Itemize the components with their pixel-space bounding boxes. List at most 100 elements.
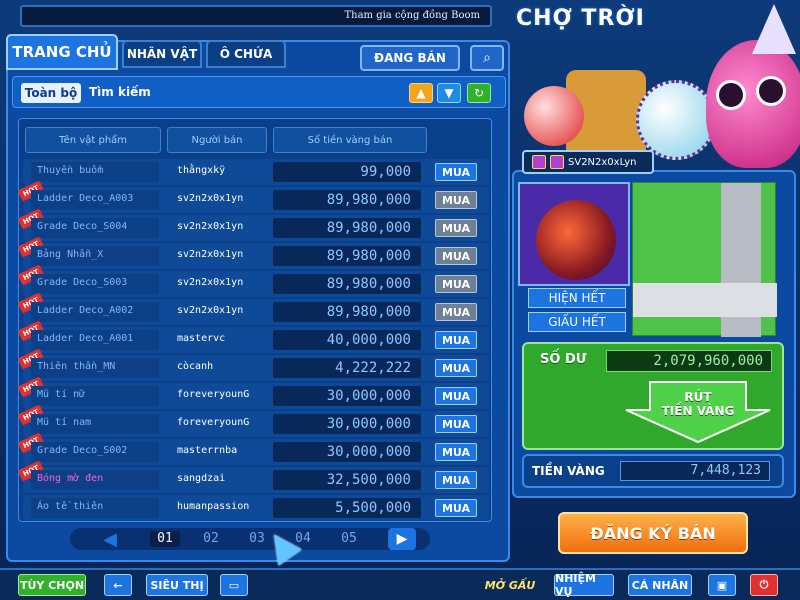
balance-value: 2,079,960,000 bbox=[606, 350, 772, 372]
item-name: Grade Deco_S003 bbox=[31, 274, 159, 294]
mission-button[interactable]: NHIỆM VỤ bbox=[554, 572, 614, 598]
buy-button[interactable]: MUA bbox=[435, 247, 477, 265]
market-artwork bbox=[516, 4, 800, 168]
options-button[interactable]: TÙY CHỌN bbox=[18, 574, 86, 596]
tab-home[interactable]: TRANG CHỦ bbox=[6, 34, 118, 70]
tab-storage[interactable]: Ô CHỨA bbox=[206, 40, 286, 68]
hide-all-button[interactable]: GIẤU HẾT bbox=[528, 312, 626, 332]
register-sell-button[interactable]: ĐĂNG KÝ BÁN bbox=[558, 512, 748, 554]
seller-name: sv2n2x0x1yn bbox=[177, 305, 244, 316]
item-price: 99,000 bbox=[273, 162, 421, 182]
seller-name: còcanh bbox=[177, 361, 214, 372]
sort-up-button[interactable]: ▲ bbox=[409, 83, 433, 103]
seller-name: sv2n2x0x1yn bbox=[177, 193, 244, 204]
market-title: CHỢ TRỜI bbox=[516, 6, 645, 31]
guild-badge-icon bbox=[550, 155, 564, 169]
buy-button[interactable]: MUA bbox=[435, 499, 477, 517]
buy-button[interactable]: MUA bbox=[435, 443, 477, 461]
page-05[interactable]: 05 bbox=[334, 531, 364, 547]
sort-down-button[interactable]: ▼ bbox=[437, 83, 461, 103]
filter-bar: Toàn bộ Tìm kiếm ▲ ▼ ↻ bbox=[12, 76, 506, 108]
table-row: HOTThiên thần_MNcòcanh4,222,222MUA bbox=[17, 348, 489, 381]
item-price: 89,980,000 bbox=[273, 218, 421, 238]
item-name: Thuyền buồm bbox=[31, 162, 159, 182]
page-02[interactable]: 02 bbox=[196, 531, 226, 547]
table-row: HOTGrade Deco_S003sv2n2x0x1yn89,980,000M… bbox=[17, 264, 489, 297]
search-button[interactable]: ⌕ bbox=[470, 45, 504, 71]
item-price: 32,500,000 bbox=[273, 470, 421, 490]
buy-button[interactable]: MUA bbox=[435, 471, 477, 489]
header-price: Số tiền vàng bán bbox=[273, 127, 427, 153]
item-price: 89,980,000 bbox=[273, 274, 421, 294]
buy-button[interactable]: MUA bbox=[435, 163, 477, 181]
chevron-left-icon: ◀ bbox=[103, 528, 117, 550]
item-name: Thiên thần_MN bbox=[31, 358, 159, 378]
item-name: Bóng mờ đen bbox=[31, 470, 159, 490]
search-icon: ⌕ bbox=[483, 50, 491, 66]
item-price: 30,000,000 bbox=[273, 442, 421, 462]
back-button[interactable]: ← bbox=[104, 574, 132, 596]
item-price: 4,222,222 bbox=[273, 358, 421, 378]
header-item-name: Tên vật phẩm bbox=[25, 127, 161, 153]
balance-panel: SỐ DƯ 2,079,960,000 RÚT TIỀN VÀNG bbox=[522, 342, 784, 450]
refresh-button[interactable]: ↻ bbox=[467, 83, 491, 103]
header-seller: Người bán bbox=[167, 127, 267, 153]
profile-button[interactable]: CÁ NHÂN bbox=[628, 574, 692, 596]
filter-all-button[interactable]: Toàn bộ bbox=[21, 83, 81, 103]
buy-button[interactable]: MUA bbox=[435, 387, 477, 405]
item-price: 89,980,000 bbox=[273, 302, 421, 322]
arrow-left-icon: ← bbox=[113, 578, 123, 592]
news-marquee: Tham gia cộng đồng Boom bbox=[20, 5, 492, 27]
power-icon: ⏻ bbox=[759, 578, 769, 591]
item-price: 40,000,000 bbox=[273, 330, 421, 350]
table-row: Áo tề thiên humanpassion 5,500,000 MUA bbox=[23, 495, 489, 521]
buy-button[interactable]: MUA bbox=[435, 303, 477, 321]
arrow-up-icon: ▲ bbox=[416, 86, 426, 100]
buy-button[interactable]: MUA bbox=[435, 331, 477, 349]
buy-button[interactable]: MUA bbox=[435, 275, 477, 293]
exit-button[interactable]: ⏻ bbox=[750, 574, 778, 596]
buy-button[interactable]: MUA bbox=[435, 415, 477, 433]
prev-page-button[interactable]: ◀ bbox=[96, 528, 124, 550]
table-row: HOTMũ tí namforeveryounG30,000,000MUA bbox=[17, 404, 489, 437]
table-row: Thuyền buồm thằngxkỹ 99,000 MUA bbox=[23, 159, 489, 185]
withdraw-label: RÚT TIỀN VÀNG bbox=[661, 390, 735, 418]
page-01[interactable]: 01 bbox=[150, 531, 180, 547]
refresh-icon: ↻ bbox=[473, 86, 485, 100]
seller-name: masterrnba bbox=[177, 445, 238, 456]
car-icon: ▭ bbox=[228, 578, 240, 592]
table-row: HOTLadder Deco_A001mastervc40,000,000MUA bbox=[17, 320, 489, 353]
open-bag-button[interactable]: MỞ GẤU bbox=[480, 574, 540, 596]
rank-badge-icon bbox=[532, 155, 546, 169]
save-icon: ▣ bbox=[716, 578, 728, 592]
table-row: HOTGrade Deco_S004sv2n2x0x1yn89,980,000M… bbox=[17, 208, 489, 241]
show-all-button[interactable]: HIỆN HẾT bbox=[528, 288, 626, 308]
withdraw-gold-button[interactable]: RÚT TIỀN VÀNG bbox=[620, 380, 776, 444]
table-row: HOTLadder Deco_A003sv2n2x0x1yn89,980,000… bbox=[17, 180, 489, 213]
tab-character[interactable]: NHÂN VẬT bbox=[122, 40, 202, 68]
item-name: Ladder Deco_A003 bbox=[31, 190, 159, 210]
seller-name: sv2n2x0x1yn bbox=[177, 249, 244, 260]
next-page-button[interactable]: ▶ bbox=[388, 528, 416, 550]
save-button[interactable]: ▣ bbox=[708, 574, 736, 596]
balance-label: SỐ DƯ bbox=[540, 352, 587, 367]
arrow-down-icon: ▼ bbox=[444, 86, 454, 100]
item-name: Bảng Nhẫn_X bbox=[31, 246, 159, 266]
gold-panel: TIỀN VÀNG 7,448,123 bbox=[522, 454, 784, 488]
buy-button[interactable]: MUA bbox=[435, 359, 477, 377]
gold-value: 7,448,123 bbox=[620, 461, 770, 481]
party-hat-icon bbox=[752, 4, 796, 54]
item-price: 89,980,000 bbox=[273, 190, 421, 210]
filter-search-button[interactable]: Tìm kiếm bbox=[89, 85, 151, 99]
shop-button[interactable]: SIÊU THỊ bbox=[146, 574, 208, 596]
item-price: 5,500,000 bbox=[273, 498, 421, 518]
buy-button[interactable]: MUA bbox=[435, 191, 477, 209]
vehicle-button[interactable]: ▭ bbox=[220, 574, 248, 596]
seller-name: foreveryounG bbox=[177, 389, 250, 400]
selling-button[interactable]: ĐANG BÁN bbox=[360, 45, 460, 71]
seller-name: sangdzai bbox=[177, 473, 226, 484]
buy-button[interactable]: MUA bbox=[435, 219, 477, 237]
monster-eye-icon bbox=[716, 80, 746, 110]
table-row: HOTGrade Deco_S002masterrnba30,000,000MU… bbox=[17, 432, 489, 465]
player-name: SV2N2x0xLyn bbox=[568, 156, 637, 168]
